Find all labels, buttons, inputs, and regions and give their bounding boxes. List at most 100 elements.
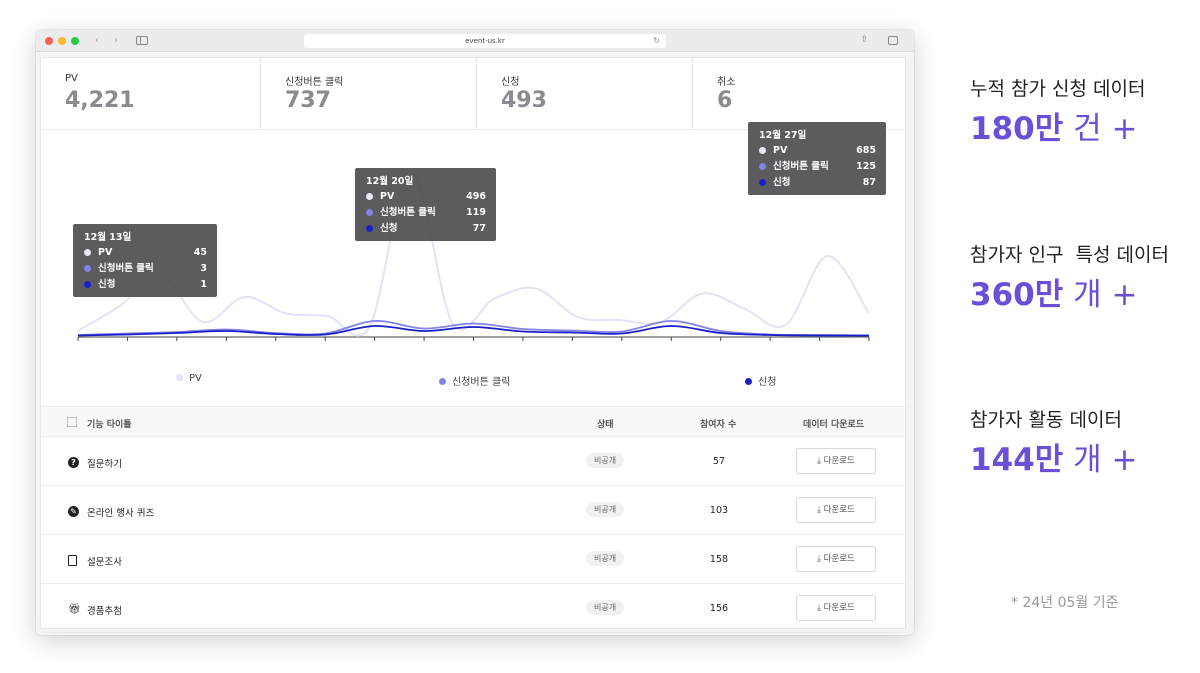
- info-demographic-data: 참가자 인구 특성 데이터 360만 개 +: [970, 240, 1169, 314]
- tooltip-value: 685: [856, 145, 876, 156]
- tooltip-dec27: 12월 27일 PV 685 신청버튼 클릭 125 신청 87: [748, 122, 886, 195]
- legend-item-signup[interactable]: 신청: [745, 373, 776, 388]
- info-number: 144만: [970, 442, 1064, 478]
- header-title: 기능 타이틀: [87, 420, 132, 430]
- address-url: event-us.kr: [465, 37, 505, 45]
- download-label: 다운로드: [823, 603, 855, 613]
- gift-icon: 🎁︎: [68, 604, 81, 615]
- table-header: 기능 타이틀 상태 참여자 수 데이터 다운로드: [41, 406, 905, 437]
- question-circle-icon: ?: [68, 457, 79, 468]
- stat-pv: PV 4,221: [41, 58, 260, 130]
- info-unit: 개 +: [1073, 277, 1138, 313]
- legend-dot: [745, 378, 752, 385]
- stat-value: 4,221: [65, 88, 135, 113]
- back-arrow-icon[interactable]: ‹: [91, 35, 103, 47]
- stat-label: 신청버튼 클릭: [285, 77, 344, 88]
- table-row: 설문조사 비공개 158 ⤓ 다운로드: [41, 535, 905, 584]
- tooltip-date: 12월 20일: [366, 176, 414, 187]
- info-activity-data: 참가자 활동 데이터 144만 개 +: [970, 405, 1137, 479]
- legend-label: 신청버튼 클릭: [452, 377, 511, 388]
- info-title: 참가자 인구 특성 데이터: [970, 244, 1169, 266]
- tooltip-value: 1: [200, 279, 207, 290]
- legend-dot: [176, 374, 183, 381]
- stats-bar: PV 4,221 신청버튼 클릭 737 신청 493 취소 6: [41, 58, 905, 130]
- stat-label: 신청: [501, 77, 520, 88]
- table-row: ? 질문하기 비공개 57 ⤓ 다운로드: [41, 437, 905, 486]
- legend-dot: [439, 378, 446, 385]
- stat-value: 493: [501, 88, 547, 113]
- tooltip-value: 45: [193, 247, 207, 258]
- select-all-checkbox[interactable]: [67, 417, 77, 427]
- clipboard-icon: [68, 555, 77, 566]
- tooltip-row-click: 신청버튼 클릭 125: [759, 159, 876, 175]
- stat-label: 취소: [717, 77, 736, 88]
- row-name: 경품추첨: [87, 606, 122, 617]
- tooltip-row-click: 신청버튼 클릭 3: [84, 261, 207, 277]
- tooltip-row-pv: PV 685: [759, 143, 876, 159]
- tooltip-row-click: 신청버튼 클릭 119: [366, 205, 486, 221]
- tooltip-value: 125: [856, 161, 876, 172]
- browser-window: ‹ › event-us.kr ↻ ⇧ PV 4,221 신청버튼 클릭 737…: [36, 30, 914, 635]
- participant-count: 103: [709, 505, 729, 516]
- tooltip-label: PV: [380, 191, 395, 202]
- info-title: 누적 참가 신청 데이터: [970, 78, 1146, 100]
- status-badge: 비공개: [586, 551, 625, 566]
- tooltip-label: 신청버튼 클릭: [98, 263, 154, 274]
- tooltip-value: 77: [472, 223, 486, 234]
- stat-signup: 신청 493: [476, 58, 692, 130]
- status-badge: 비공개: [586, 502, 625, 517]
- minimize-window-button[interactable]: [58, 37, 66, 45]
- download-label: 다운로드: [823, 505, 855, 515]
- status-badge: 비공개: [586, 453, 625, 468]
- download-button[interactable]: ⤓ 다운로드: [796, 497, 876, 523]
- info-value: 360만 개 +: [970, 269, 1169, 314]
- download-label: 다운로드: [823, 456, 855, 466]
- tooltip-row-pv: PV 45: [84, 245, 207, 261]
- tooltip-row-signup: 신청 1: [84, 277, 207, 293]
- download-button[interactable]: ⤓ 다운로드: [796, 546, 876, 572]
- legend-label: PV: [189, 373, 202, 384]
- quiz-icon: ✎: [68, 506, 79, 517]
- legend-item-click[interactable]: 신청버튼 클릭: [439, 373, 510, 388]
- header-download: 데이터 다운로드: [803, 420, 865, 430]
- feature-table: 기능 타이틀 상태 참여자 수 데이터 다운로드 ? 질문하기 비공개 57 ⤓…: [41, 406, 905, 633]
- close-window-button[interactable]: [45, 37, 53, 45]
- info-value: 180만 건 +: [970, 103, 1145, 148]
- legend-item-pv[interactable]: PV: [176, 373, 202, 384]
- download-button[interactable]: ⤓ 다운로드: [796, 448, 876, 474]
- sidebar-toggle-icon[interactable]: [136, 36, 148, 45]
- download-label: 다운로드: [823, 554, 855, 564]
- stat-label: PV: [65, 73, 78, 84]
- info-unit: 개 +: [1073, 442, 1138, 478]
- info-number: 360만: [970, 277, 1064, 313]
- reload-icon[interactable]: ↻: [653, 34, 660, 48]
- tooltip-date: 12월 13일: [84, 232, 132, 243]
- table-row: 🎁︎ 경품추첨 비공개 156 ⤓ 다운로드: [41, 584, 905, 633]
- footnote: * 24년 05월 기준: [1011, 595, 1119, 611]
- header-status: 상태: [597, 420, 614, 430]
- download-button[interactable]: ⤓ 다운로드: [796, 595, 876, 621]
- maximize-window-button[interactable]: [71, 37, 79, 45]
- tooltip-label: PV: [773, 145, 788, 156]
- share-icon[interactable]: ⇧: [859, 35, 870, 46]
- tooltip-value: 87: [862, 177, 876, 188]
- tooltip-row-pv: PV 496: [366, 189, 486, 205]
- info-title: 참가자 활동 데이터: [970, 409, 1122, 431]
- table-row: ✎ 온라인 행사 퀴즈 비공개 103 ⤓ 다운로드: [41, 486, 905, 535]
- tooltip-label: 신청버튼 클릭: [773, 161, 829, 172]
- info-value: 144만 개 +: [970, 434, 1137, 479]
- address-bar[interactable]: event-us.kr ↻: [304, 34, 666, 48]
- tooltip-date: 12월 27일: [759, 130, 807, 141]
- forward-arrow-icon[interactable]: ›: [110, 35, 122, 47]
- info-number: 180만: [970, 111, 1064, 147]
- tooltip-label: 신청버튼 클릭: [380, 207, 436, 218]
- info-unit: 건 +: [1073, 111, 1138, 147]
- tabs-overview-icon[interactable]: [888, 36, 898, 45]
- tooltip-label: PV: [98, 247, 113, 258]
- tooltip-row-signup: 신청 87: [759, 175, 876, 191]
- dashboard-page: PV 4,221 신청버튼 클릭 737 신청 493 취소 6 12월 13일…: [40, 57, 906, 633]
- series-line-click: [77, 320, 870, 337]
- participant-count: 57: [712, 456, 726, 467]
- row-name: 설문조사: [87, 557, 122, 568]
- tooltip-value: 496: [466, 191, 486, 202]
